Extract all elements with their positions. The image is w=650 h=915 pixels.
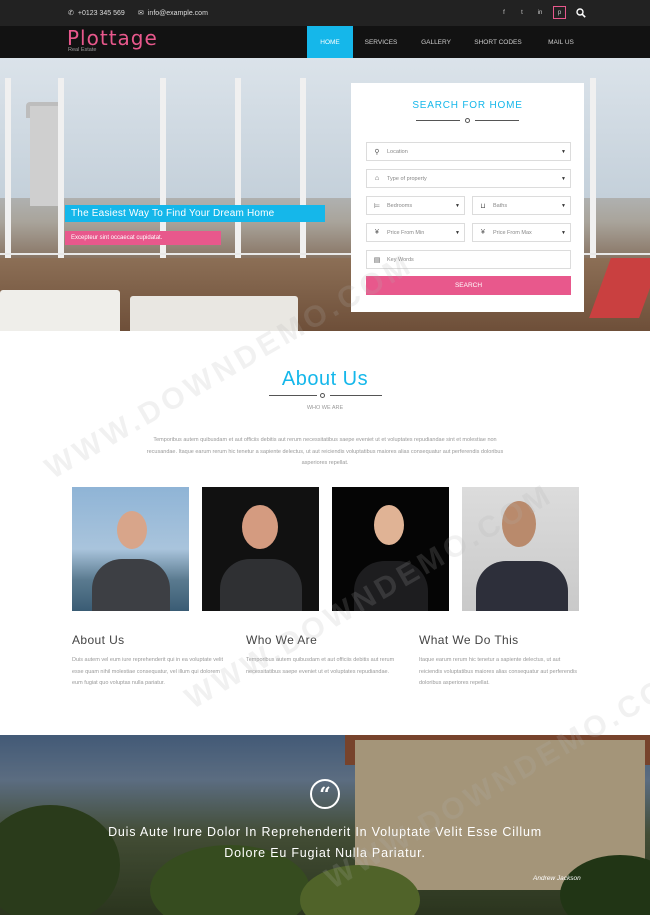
search-icon[interactable] (576, 8, 586, 18)
quote-icon: “ (310, 779, 340, 809)
property-type-placeholder: Type of property (387, 175, 427, 182)
top-bar: ✆ +0123 345 569 ✉ info@example.com f t i… (0, 0, 650, 26)
about-title: About Us (281, 368, 369, 390)
bed-icon: ⊨ (373, 202, 381, 210)
testimonial-section: “ Duis Aute Irure Dolor In Reprehenderit… (0, 735, 650, 915)
chevron-down-icon: ▼ (561, 203, 566, 209)
facebook-icon[interactable]: f (499, 8, 509, 18)
logo-tagline: Real Estate (68, 47, 97, 53)
chevron-down-icon: ▼ (455, 230, 460, 236)
team-photo (72, 487, 189, 611)
person-silhouette (92, 559, 170, 611)
keywords-input[interactable]: ▤ Key Words (366, 250, 571, 269)
email-address[interactable]: info@example.com (148, 10, 208, 17)
title-divider (416, 120, 460, 121)
social-links: f t in p (499, 6, 566, 19)
chevron-down-icon: ▼ (561, 176, 566, 182)
property-type-select[interactable]: ⌂ Type of property ▼ (366, 169, 571, 188)
pinterest-icon[interactable]: p (553, 6, 566, 19)
search-title: SEARCH FOR HOME (412, 100, 523, 111)
price-min-select[interactable]: ¥ Price From Min ▼ (366, 223, 465, 242)
column-title: Who We Are (246, 633, 318, 647)
person-silhouette (220, 559, 302, 611)
price-max-select[interactable]: ¥ Price From Max ▼ (472, 223, 571, 242)
hero-title: The Easiest Way To Find Your Dream Home (65, 205, 325, 222)
window-frame (300, 78, 306, 258)
team-photo (332, 487, 449, 611)
person-head (374, 505, 404, 545)
baths-select[interactable]: ⊔ Baths ▼ (472, 196, 571, 215)
person-silhouette (354, 561, 428, 611)
hero-subtitle: Excepteur sint occaecat cupidatat. (65, 231, 221, 245)
column-text: Temporibus autem quibusdam et aut offici… (246, 657, 395, 675)
phone-number: +0123 345 569 (77, 9, 125, 17)
document-icon: ▤ (373, 256, 381, 264)
person-head (117, 511, 147, 549)
person-silhouette (476, 561, 568, 611)
hero-tower (30, 106, 58, 206)
about-divider (330, 395, 382, 396)
search-button[interactable]: SEARCH (366, 276, 571, 295)
testimonial-author: Andrew Jackson (533, 875, 581, 882)
window-frame (235, 78, 241, 258)
linkedin-icon[interactable]: in (535, 8, 545, 18)
column-text: Itaque earum rerum hic tenetur a sapient… (419, 657, 578, 686)
about-divider (269, 395, 317, 396)
column-title: What We Do This (419, 633, 519, 647)
nav-mail-us[interactable]: MAIL US (533, 26, 589, 58)
search-panel: SEARCH FOR HOME ⚲ Location ▼ ⌂ Type of p… (351, 83, 584, 312)
about-subtitle: WHO WE ARE (306, 405, 344, 411)
home-icon: ⌂ (374, 175, 380, 182)
main-nav: HOME SERVICES GALLERY SHORT CODES MAIL U… (307, 26, 589, 58)
team-photo (462, 487, 579, 611)
location-pin-icon: ⚲ (374, 148, 380, 156)
price-max-placeholder: Price From Max (493, 229, 532, 236)
bedrooms-select[interactable]: ⊨ Bedrooms ▼ (366, 196, 465, 215)
nav-short-codes[interactable]: SHORT CODES (463, 26, 533, 58)
nav-gallery[interactable]: GALLERY (409, 26, 463, 58)
bath-icon: ⊔ (480, 202, 486, 210)
keywords-placeholder: Key Words (387, 256, 414, 263)
twitter-icon[interactable]: t (517, 8, 527, 18)
phone-icon: ✆ (68, 10, 74, 17)
column-text: Duis autem vel eum iure reprehenderit qu… (72, 657, 224, 686)
person-head (242, 505, 278, 549)
title-divider (475, 120, 519, 121)
location-select[interactable]: ⚲ Location ▼ (366, 142, 571, 161)
chevron-down-icon: ▼ (561, 149, 566, 155)
mail-icon: ✉ (138, 10, 144, 17)
nav-home[interactable]: HOME (307, 26, 353, 58)
column-title: About Us (72, 633, 125, 647)
price-min-placeholder: Price From Min (387, 229, 425, 236)
window-frame (58, 78, 64, 258)
window-frame (590, 78, 596, 258)
chevron-down-icon: ▼ (561, 230, 566, 236)
email-contact[interactable]: ✉ info@example.com (138, 9, 208, 18)
navbar: Plottage Real Estate HOME SERVICES GALLE… (0, 26, 650, 58)
currency-icon: ¥ (481, 229, 485, 236)
about-description: Temporibus autem quibusdam et aut offici… (146, 437, 504, 466)
bedrooms-placeholder: Bedrooms (387, 202, 413, 209)
chevron-down-icon: ▼ (455, 203, 460, 209)
divider-dot (320, 393, 325, 398)
team-photo (202, 487, 319, 611)
location-placeholder: Location (387, 148, 408, 155)
hero-sofa (0, 290, 120, 331)
baths-placeholder: Baths (493, 202, 508, 209)
phone-contact: ✆ +0123 345 569 (68, 9, 125, 18)
window-frame (5, 78, 11, 258)
person-head (502, 501, 536, 547)
testimonial-quote: Duis Aute Irure Dolor In Reprehenderit I… (108, 825, 542, 860)
currency-icon: ¥ (375, 229, 379, 236)
divider-dot (465, 118, 470, 123)
hero-sofa (130, 296, 298, 331)
nav-services[interactable]: SERVICES (353, 26, 409, 58)
